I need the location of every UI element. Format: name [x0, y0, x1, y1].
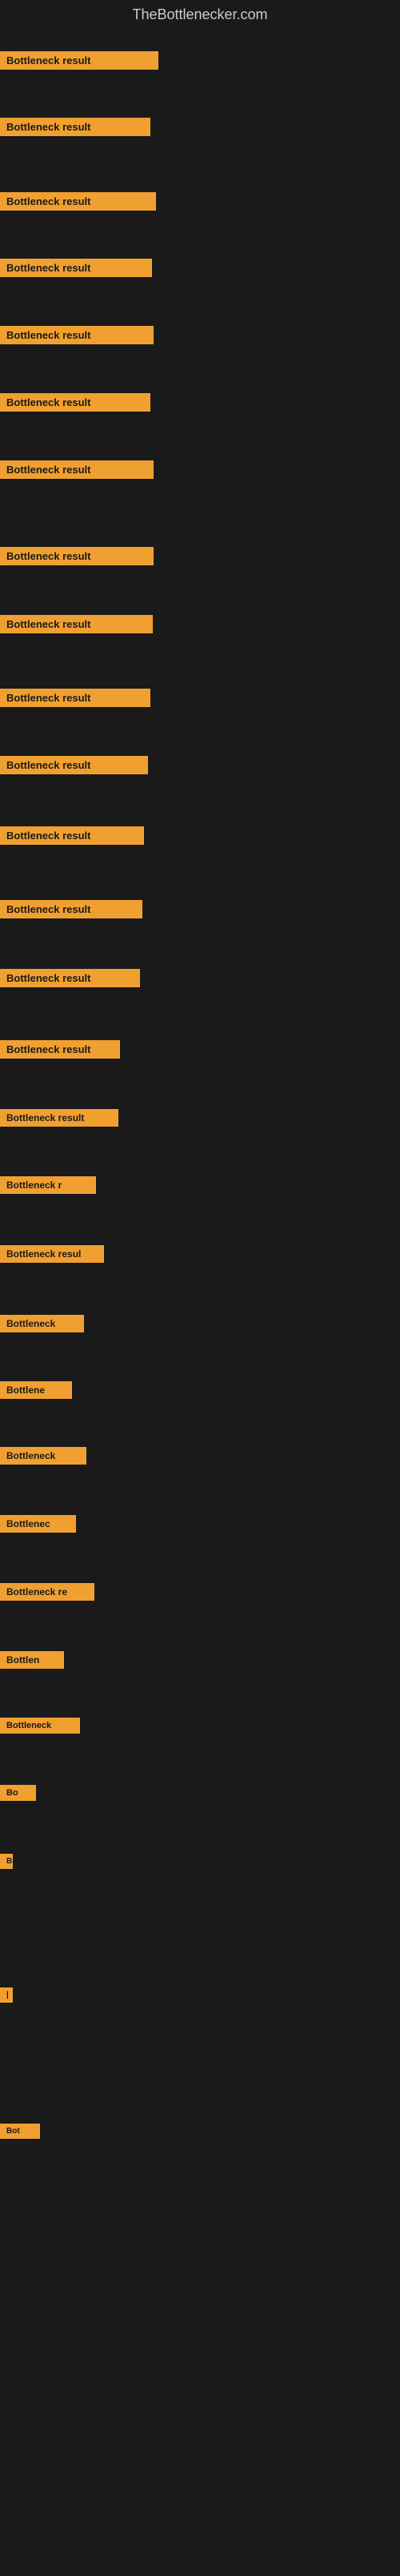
bottleneck-result-item: Bottlenec: [0, 1515, 76, 1537]
bottleneck-result-item: Bottleneck result: [0, 1040, 120, 1063]
site-title: TheBottlenecker.com: [0, 0, 400, 30]
bottleneck-result-item: Bottleneck r: [0, 1176, 96, 1198]
bottleneck-result-label: Bottleneck result: [0, 615, 153, 633]
bottleneck-result-item: Bottleneck result: [0, 826, 144, 849]
bottleneck-result-label: Bottleneck result: [0, 756, 148, 774]
bottleneck-result-item: Bottleneck result: [0, 326, 154, 348]
bottleneck-result-label: Bottleneck r: [0, 1176, 96, 1194]
bottleneck-result-item: Bottleneck result: [0, 393, 150, 416]
bottleneck-result-label: Bottleneck result: [0, 1040, 120, 1059]
bottleneck-result-label: Bottleneck result: [0, 326, 154, 344]
bottleneck-result-label: Bottleneck: [0, 1718, 80, 1734]
bottleneck-result-label: Bottleneck result: [0, 547, 154, 565]
bottleneck-result-label: Bottleneck: [0, 1447, 86, 1465]
bottleneck-result-item: Bottleneck result: [0, 969, 140, 991]
bottleneck-result-label: Bottleneck result: [0, 826, 144, 845]
bottleneck-result-item: Bottleneck resul: [0, 1245, 104, 1267]
bottleneck-result-label: Bottleneck result: [0, 192, 156, 211]
bottleneck-result-item: Bottleneck: [0, 1315, 84, 1336]
bottleneck-result-label: Bottleneck result: [0, 51, 158, 70]
bottleneck-result-item: Bottleneck re: [0, 1583, 94, 1605]
bottleneck-result-item: Bo: [0, 1785, 36, 1805]
bottleneck-result-item: Bottleneck result: [0, 689, 150, 711]
bottleneck-result-item: Bottleneck result: [0, 900, 142, 922]
bottleneck-result-label: Bottleneck: [0, 1315, 84, 1332]
bottleneck-result-item: Bottleneck result: [0, 615, 153, 637]
bottleneck-result-item: Bottleneck result: [0, 1109, 118, 1131]
bottleneck-result-item: Bottleneck result: [0, 51, 158, 74]
bottleneck-result-item: Bottleneck result: [0, 259, 152, 281]
bottleneck-result-label: Bottleneck result: [0, 689, 150, 707]
bottleneck-result-item: Bottleneck result: [0, 756, 148, 778]
bottleneck-result-label: Bottlen: [0, 1651, 64, 1669]
bottleneck-result-label: Bot: [0, 2124, 40, 2139]
bottleneck-result-item: B: [0, 1854, 13, 1873]
bottleneck-result-label: Bottleneck result: [0, 259, 152, 277]
bottleneck-result-item: Bot: [0, 2124, 40, 2143]
bottleneck-result-item: Bottleneck result: [0, 460, 154, 483]
bottleneck-result-label: Bo: [0, 1785, 36, 1801]
bottleneck-result-label: Bottleneck result: [0, 118, 150, 136]
bottleneck-result-label: Bottlenec: [0, 1515, 76, 1533]
bottleneck-result-label: Bottleneck result: [0, 1109, 118, 1127]
bottleneck-result-item: Bottlen: [0, 1651, 64, 1673]
bottleneck-result-label: Bottleneck result: [0, 460, 154, 479]
bottleneck-result-label: B: [0, 1854, 13, 1869]
bottleneck-result-label: Bottleneck resul: [0, 1245, 104, 1263]
bottleneck-result-label: Bottleneck result: [0, 393, 150, 412]
bottleneck-result-item: Bottleneck result: [0, 547, 154, 569]
bottleneck-result-item: Bottleneck: [0, 1718, 80, 1738]
bottleneck-result-item: Bottleneck result: [0, 118, 150, 140]
bottleneck-result-item: |: [0, 1987, 13, 2007]
bottleneck-result-label: |: [0, 1987, 13, 2003]
bottleneck-result-label: Bottleneck result: [0, 900, 142, 918]
bottleneck-result-item: Bottleneck result: [0, 192, 156, 215]
bottleneck-result-label: Bottleneck result: [0, 969, 140, 987]
bottleneck-result-item: Bottleneck: [0, 1447, 86, 1469]
bottleneck-result-label: Bottleneck re: [0, 1583, 94, 1601]
bottleneck-result-label: Bottlene: [0, 1381, 72, 1399]
bottleneck-result-item: Bottlene: [0, 1381, 72, 1403]
